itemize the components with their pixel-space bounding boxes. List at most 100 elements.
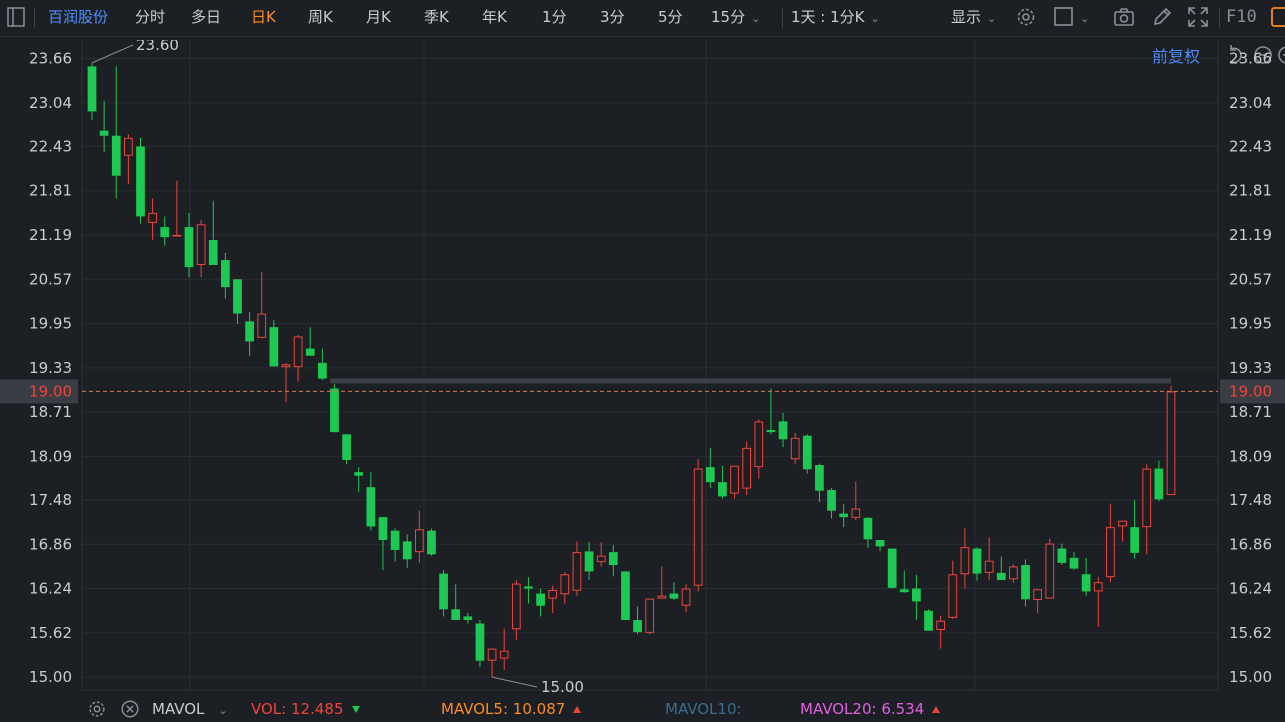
display-menu-label: 显示 <box>951 8 982 26</box>
candle <box>87 62 97 120</box>
range-selector[interactable]: 1天 : 1分K ⌄ <box>791 0 880 36</box>
y-tick-label: 15.00 <box>29 668 72 686</box>
period-tab-1min[interactable]: 1分 <box>542 0 567 36</box>
candle-body <box>1009 566 1018 580</box>
candle <box>99 100 109 153</box>
display-menu[interactable]: 显示 ⌄ <box>951 0 996 36</box>
candle-body <box>1093 582 1103 592</box>
candle <box>354 467 364 493</box>
candle-body <box>693 468 703 586</box>
up-arrow-icon <box>932 706 941 713</box>
candle-body <box>972 548 982 574</box>
period-tab-15min[interactable]: 15分 ⌄ <box>711 0 760 36</box>
y-tick-label: 19.95 <box>1229 315 1272 333</box>
y-tick-label: 22.43 <box>1229 137 1272 155</box>
period-tab-fenshi[interactable]: 分时 <box>135 0 165 36</box>
candle-body <box>281 364 291 368</box>
candle-body <box>790 437 800 460</box>
candle <box>596 542 606 567</box>
period-tab-monthly-k[interactable]: 月K <box>366 0 391 36</box>
candle <box>718 465 727 499</box>
stock-name-tab[interactable]: 百润股份 <box>48 0 108 36</box>
candle-body <box>1033 589 1043 600</box>
fullscreen-icon[interactable] <box>1186 5 1210 29</box>
period-tab-yearly-k[interactable]: 年K <box>482 0 507 36</box>
candle <box>317 348 327 380</box>
candle-body <box>754 421 764 468</box>
candlestick-chart[interactable]: 23.66 23.04 22.43 21.81 21.19 20.57 19.95 19.33… <box>0 40 1285 695</box>
close-icon[interactable] <box>119 698 141 720</box>
sidebar-toggle-icon[interactable] <box>4 5 28 29</box>
y-tick-label: 16.24 <box>29 580 72 598</box>
candle <box>245 312 254 356</box>
candle-body <box>1118 520 1127 527</box>
candle <box>548 585 558 613</box>
pencil-icon[interactable] <box>1150 5 1174 29</box>
chevron-down-icon[interactable]: ⌄ <box>1080 0 1089 36</box>
candle-body <box>245 321 254 342</box>
indicator-bar: MAVOL ⌄ VOL: 12.485 MAVOL5: 10.087 MAVOL1… <box>0 698 1285 722</box>
candle <box>972 547 982 581</box>
candle <box>1033 589 1043 613</box>
candle-body <box>499 650 509 659</box>
f10-button[interactable]: F10 <box>1226 0 1257 36</box>
candle <box>136 137 145 224</box>
indicator-selector[interactable]: MAVOL ⌄ <box>152 700 228 718</box>
chevron-down-icon: ⌄ <box>218 704 228 717</box>
candle <box>1166 385 1176 495</box>
candle <box>572 541 582 596</box>
candle <box>475 620 485 668</box>
candle <box>342 434 351 465</box>
candle-body <box>257 313 267 338</box>
y-tick-label: 20.57 <box>29 270 72 288</box>
y-tick-label: 15.62 <box>1229 624 1272 642</box>
candle-body <box>414 529 424 553</box>
candle-body <box>233 279 242 314</box>
period-tab-3min[interactable]: 3分 <box>600 0 625 36</box>
candle <box>111 66 121 199</box>
panel-toggle-icon[interactable] <box>1269 5 1285 29</box>
vol-readout: VOL: 12.485 <box>251 700 360 718</box>
candle <box>996 556 1006 580</box>
candle-body <box>1045 543 1055 599</box>
candle-body <box>1021 565 1030 600</box>
candle <box>1142 464 1152 555</box>
candle-body <box>1057 548 1067 563</box>
down-arrow-icon <box>351 706 360 713</box>
candle <box>863 517 873 548</box>
candle <box>451 584 461 620</box>
candle-body <box>451 609 461 620</box>
period-tab-multiday[interactable]: 多日 <box>191 0 221 36</box>
candle-body <box>524 586 533 589</box>
square-icon[interactable] <box>1052 5 1076 29</box>
candle <box>875 540 885 552</box>
camera-icon[interactable] <box>1112 5 1136 29</box>
candle-body <box>572 552 582 591</box>
candle-body <box>766 430 776 433</box>
candle-body <box>148 212 157 223</box>
right-price-axis: 23.66 23.04 22.43 21.81 21.19 20.57 19.95 19.33… <box>1229 50 1272 687</box>
gear-icon[interactable] <box>1014 5 1038 29</box>
candles <box>87 62 1176 678</box>
candle <box>839 504 849 528</box>
candle <box>281 362 291 403</box>
candle <box>984 537 994 580</box>
period-tab-5min[interactable]: 5分 <box>658 0 683 36</box>
candle-body <box>136 146 145 217</box>
candle <box>693 459 703 592</box>
candle <box>633 606 642 635</box>
candle <box>184 212 194 278</box>
y-tick-label: 21.81 <box>29 182 72 200</box>
left-price-axis: 23.66 23.04 22.43 21.81 21.19 20.57 19.95 19.33… <box>29 50 72 687</box>
candle-body <box>863 517 873 540</box>
top-toolbar: 百润股份 分时 多日 日K 周K 月K 季K 年K 1分 3分 5分 15分 ⌄ … <box>0 0 1285 37</box>
candle-body <box>584 551 594 572</box>
candle-body <box>160 227 170 238</box>
candle <box>196 220 206 278</box>
period-tab-weekly-k[interactable]: 周K <box>308 0 333 36</box>
period-tab-quarterly-k[interactable]: 季K <box>424 0 449 36</box>
period-tab-daily-k[interactable]: 日K <box>251 0 276 36</box>
y-tick-label: 15.62 <box>29 624 72 642</box>
candle-body <box>208 240 218 265</box>
gear-icon[interactable] <box>86 698 108 720</box>
